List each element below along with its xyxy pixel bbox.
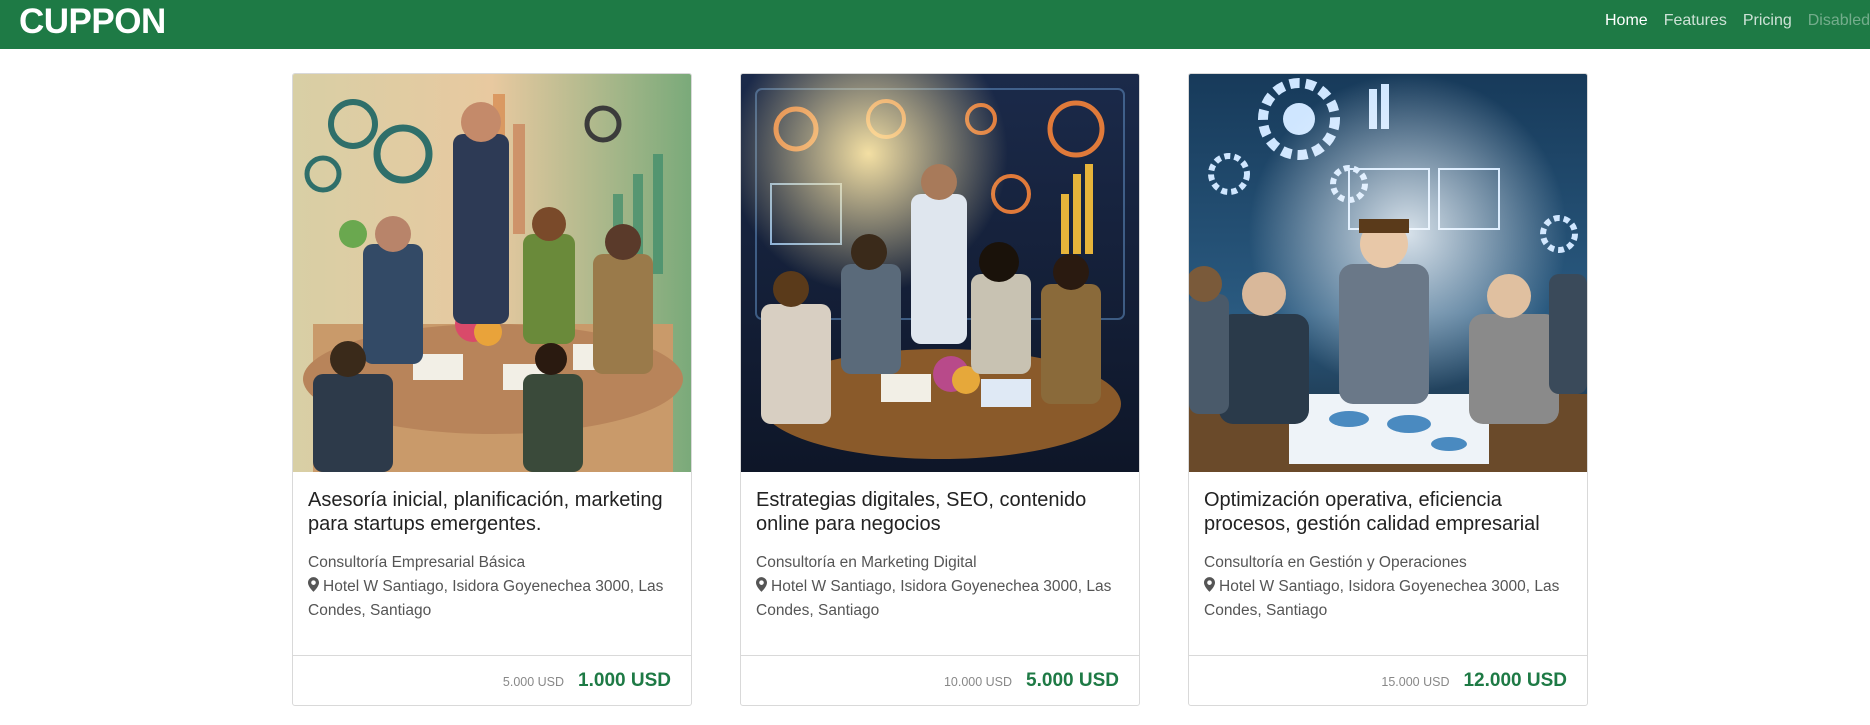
- nav-pricing-link[interactable]: Pricing: [1743, 12, 1792, 30]
- nav-features-link[interactable]: Features: [1664, 12, 1727, 30]
- card-category: Consultoría en Marketing Digital: [756, 554, 977, 571]
- card-body: Asesoría inicial, planificación, marketi…: [308, 488, 678, 623]
- nav-disabled-link: Disabled: [1807, 12, 1870, 29]
- new-price: 1.000 USD: [578, 669, 671, 691]
- card-address-text: Hotel W Santiago, Isidora Goyenechea 300…: [1204, 578, 1560, 619]
- card-title[interactable]: Optimización operativa, eficiencia proce…: [1204, 488, 1574, 536]
- card-image[interactable]: [1189, 74, 1587, 472]
- card-title[interactable]: Estrategias digitales, SEO, contenido on…: [756, 488, 1126, 536]
- map-pin-icon: [756, 577, 767, 592]
- old-price: 5.000 USD: [502, 675, 565, 689]
- card-title[interactable]: Asesoría inicial, planificación, marketi…: [308, 488, 678, 536]
- brand-logo[interactable]: CUPPON: [19, 2, 166, 42]
- card-footer: 5.000 USD 1.000 USD: [293, 655, 691, 705]
- offer-card[interactable]: Estrategias digitales, SEO, contenido on…: [740, 73, 1140, 706]
- card-body: Optimización operativa, eficiencia proce…: [1204, 488, 1574, 623]
- old-price: 15.000 USD: [1381, 675, 1450, 689]
- new-price: 12.000 USD: [1463, 669, 1567, 691]
- new-price: 5.000 USD: [1026, 669, 1119, 691]
- card-address: Hotel W Santiago, Isidora Goyenechea 300…: [1204, 575, 1574, 623]
- navbar: CUPPON Home Features Pricing Disabled: [0, 0, 1870, 49]
- card-address-text: Hotel W Santiago, Isidora Goyenechea 300…: [308, 578, 664, 619]
- offer-card[interactable]: Asesoría inicial, planificación, marketi…: [292, 73, 692, 706]
- card-image[interactable]: [741, 74, 1139, 472]
- old-price: 10.000 USD: [943, 675, 1013, 689]
- map-pin-icon: [308, 577, 319, 592]
- card-category: Consultoría en Gestión y Operaciones: [1204, 554, 1467, 571]
- card-footer: 15.000 USD 12.000 USD: [1189, 655, 1587, 705]
- nav-links: Home Features Pricing Disabled: [1589, 0, 1870, 42]
- offer-card[interactable]: Optimización operativa, eficiencia proce…: [1188, 73, 1588, 706]
- card-address: Hotel W Santiago, Isidora Goyenechea 300…: [308, 575, 678, 623]
- card-address: Hotel W Santiago, Isidora Goyenechea 300…: [756, 575, 1126, 623]
- card-image[interactable]: [293, 74, 691, 472]
- map-pin-icon: [1204, 577, 1215, 592]
- card-address-text: Hotel W Santiago, Isidora Goyenechea 300…: [756, 578, 1112, 619]
- card-footer: 10.000 USD 5.000 USD: [741, 655, 1139, 705]
- card-category: Consultoría Empresarial Básica: [308, 554, 526, 571]
- nav-home-link[interactable]: Home: [1605, 12, 1648, 30]
- card-body: Estrategias digitales, SEO, contenido on…: [756, 488, 1126, 623]
